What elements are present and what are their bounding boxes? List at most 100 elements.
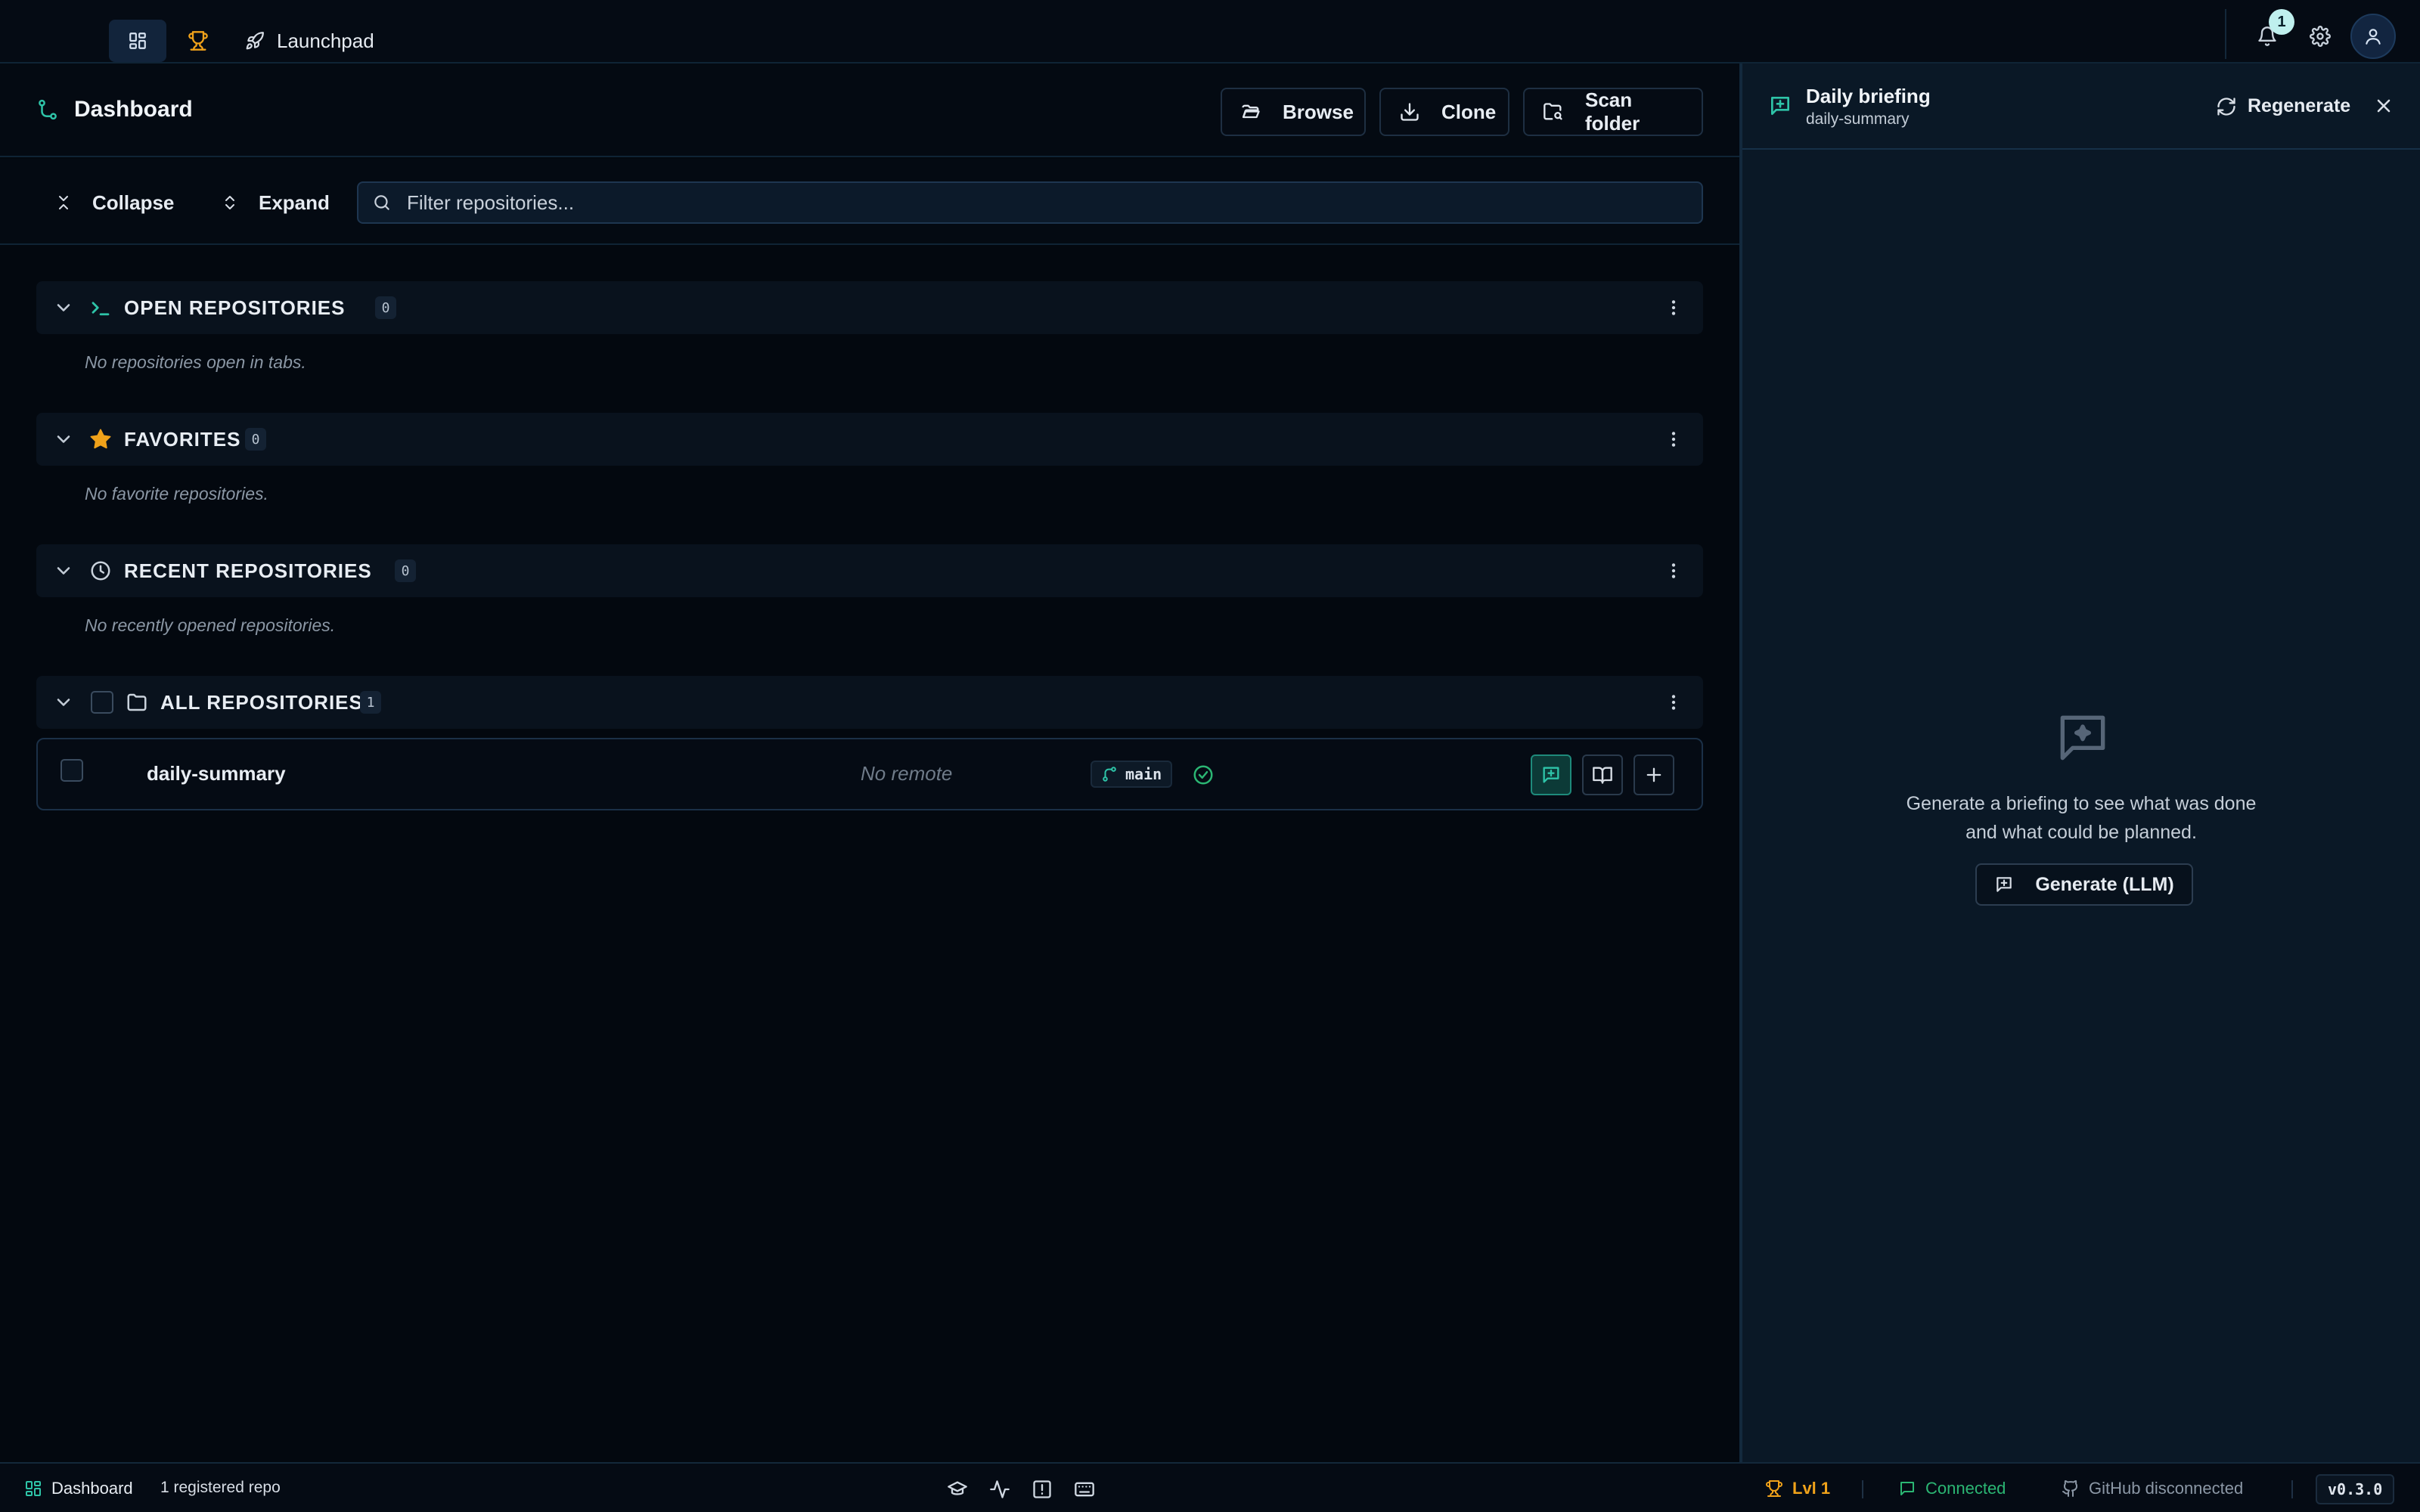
launchpad-label: Launchpad [277, 29, 374, 52]
chevron-down-icon[interactable] [53, 692, 74, 713]
close-icon[interactable] [2373, 95, 2394, 116]
terminal-icon [89, 296, 112, 319]
status-check-icon [1192, 764, 1215, 786]
trophy-icon [1765, 1479, 1783, 1498]
alert-square-icon[interactable] [1032, 1479, 1053, 1500]
folder-search-icon [1543, 101, 1564, 122]
status-level[interactable]: Lvl 1 [1765, 1479, 1830, 1498]
section-recent-label: RECENT REPOSITORIES [124, 559, 372, 582]
refresh-icon [2216, 96, 2237, 117]
section-favorites[interactable]: FAVORITES 0 [36, 413, 1703, 466]
dashboard-nav-button[interactable] [109, 20, 166, 62]
more-vertical-icon[interactable] [1664, 298, 1683, 318]
user-menu-button[interactable] [2350, 14, 2396, 59]
dashboard-main: Dashboard Browse Clone Scan folder Colla… [0, 64, 1739, 1462]
scan-folder-label: Scan folder [1585, 88, 1640, 135]
favorites-empty: No favorite repositories. [85, 484, 268, 503]
dashboard-header: Dashboard Browse Clone Scan folder [0, 64, 1739, 157]
panel-subtitle: daily-summary [1806, 110, 1910, 128]
repo-toolbar: Collapse Expand [0, 159, 1739, 245]
chevron-down-icon[interactable] [53, 297, 74, 318]
expand-all-button[interactable]: Expand [221, 186, 330, 219]
achievements-nav-button[interactable] [182, 24, 215, 57]
keyboard-icon[interactable] [1074, 1479, 1095, 1500]
briefing-empty-line1: Generate a briefing to see what was done [1906, 793, 2257, 814]
more-vertical-icon[interactable] [1664, 429, 1683, 449]
settings-button[interactable] [2304, 20, 2337, 53]
repo-docs-button[interactable] [1582, 754, 1623, 795]
trophy-icon [188, 30, 209, 51]
chat-icon [1898, 1479, 1916, 1498]
activity-icon[interactable] [989, 1479, 1010, 1500]
daily-briefing-panel: Daily briefing daily-summary Regenerate … [1739, 64, 2420, 1462]
status-divider [2291, 1480, 2293, 1498]
status-connection[interactable]: Connected [1898, 1479, 2006, 1498]
section-all-count: 1 [360, 691, 381, 714]
regenerate-button[interactable]: Regenerate [2216, 95, 2350, 117]
browse-label: Browse [1283, 100, 1354, 123]
chevron-down-icon[interactable] [53, 560, 74, 581]
status-page[interactable]: Dashboard [24, 1479, 133, 1498]
status-divider [1862, 1480, 1863, 1498]
status-github[interactable]: GitHub disconnected [2062, 1479, 2243, 1498]
app-version-badge: v0.3.0 [2316, 1474, 2395, 1504]
user-icon [2363, 26, 2383, 46]
status-page-label: Dashboard [51, 1479, 133, 1498]
repo-checkbox[interactable] [60, 759, 83, 782]
section-favorites-count: 0 [245, 428, 266, 451]
filter-repositories-input[interactable] [407, 191, 1617, 215]
browse-button[interactable]: Browse [1221, 88, 1366, 136]
generate-llm-button[interactable]: Generate (LLM) [1975, 863, 2193, 906]
regenerate-label: Regenerate [2248, 95, 2351, 116]
search-icon [372, 193, 392, 212]
section-open-count: 0 [375, 296, 396, 319]
graduation-cap-icon[interactable] [947, 1479, 968, 1500]
folder-open-icon [1240, 101, 1261, 122]
status-bar: Dashboard 1 registered repo Lvl 1 Connec… [0, 1462, 2420, 1512]
filter-repositories-field[interactable] [357, 181, 1703, 224]
chat-icon [1540, 764, 1562, 785]
topbar-divider [2225, 9, 2226, 59]
repository-row[interactable]: daily-summary No remote main [36, 738, 1703, 810]
download-icon [1399, 101, 1420, 122]
section-open-label: OPEN REPOSITORIES [124, 296, 346, 319]
repo-name[interactable]: daily-summary [147, 762, 286, 785]
dashboard-grid-icon [128, 31, 147, 51]
repo-briefing-button[interactable] [1531, 754, 1571, 795]
branch-name: main [1125, 765, 1162, 783]
section-all-repositories[interactable]: ALL REPOSITORIES 1 [36, 676, 1703, 729]
more-vertical-icon[interactable] [1664, 561, 1683, 581]
dashboard-grid-icon [24, 1479, 42, 1498]
launchpad-nav-button[interactable]: Launchpad [245, 24, 374, 57]
more-vertical-icon[interactable] [1664, 692, 1683, 712]
clock-icon [89, 559, 112, 582]
gear-icon [2310, 26, 2331, 47]
github-icon [2062, 1479, 2080, 1498]
section-open-repositories[interactable]: OPEN REPOSITORIES 0 [36, 281, 1703, 334]
git-branch-icon [1101, 766, 1118, 782]
panel-header: Daily briefing daily-summary Regenerate [1742, 64, 2420, 150]
open-repositories-empty: No repositories open in tabs. [85, 352, 306, 372]
section-favorites-label: FAVORITES [124, 428, 241, 451]
status-level-label: Lvl 1 [1792, 1479, 1831, 1498]
select-all-checkbox[interactable] [91, 691, 113, 714]
repo-add-button[interactable] [1634, 754, 1674, 795]
scan-folder-button[interactable]: Scan folder [1523, 88, 1703, 136]
book-icon [1592, 764, 1613, 785]
status-repo-count: 1 registered repo [160, 1479, 281, 1496]
status-github-label: GitHub disconnected [2089, 1479, 2244, 1498]
briefing-empty-message: Generate a briefing to see what was done… [1854, 789, 2308, 847]
section-recent-count: 0 [395, 559, 416, 582]
briefing-placeholder-icon [2052, 708, 2113, 768]
chevrons-collapse-icon [54, 194, 73, 212]
section-all-label: ALL REPOSITORIES [160, 691, 363, 714]
section-recent-repositories[interactable]: RECENT REPOSITORIES 0 [36, 544, 1703, 597]
collapse-label: Collapse [92, 191, 175, 214]
repo-remote: No remote [861, 762, 953, 785]
collapse-all-button[interactable]: Collapse [54, 186, 174, 219]
panel-title: Daily briefing [1806, 85, 1931, 107]
recent-repositories-empty: No recently opened repositories. [85, 615, 336, 635]
clone-button[interactable]: Clone [1379, 88, 1509, 136]
chevron-down-icon[interactable] [53, 429, 74, 450]
branch-badge: main [1091, 761, 1173, 788]
